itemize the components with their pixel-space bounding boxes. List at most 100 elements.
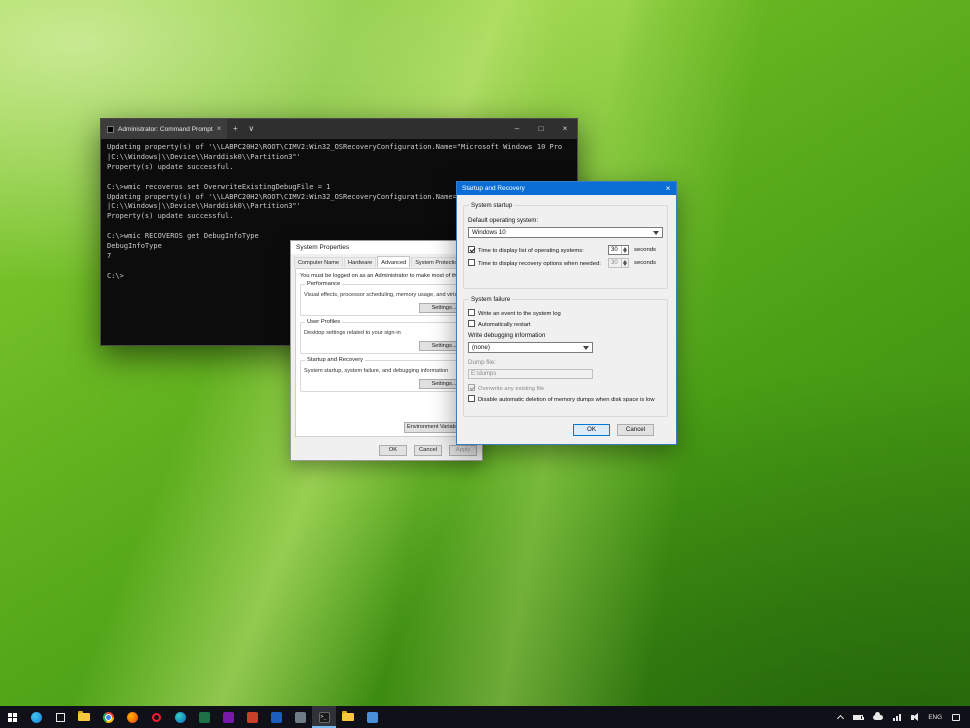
tab-dropdown-icon[interactable]: ∨ (243, 119, 259, 139)
write-event-label: Write an event to the system log (478, 311, 561, 317)
file-explorer-icon-glyph (78, 711, 90, 721)
chrome-icon-glyph (102, 711, 114, 723)
user-profiles-group-label: User Profiles (305, 319, 343, 325)
system-properties-dialog: System Properties Computer Name Hardware… (290, 240, 494, 461)
time-list-unit: seconds (634, 247, 656, 253)
admin-note: You must be logged on as an Administrato… (300, 273, 473, 279)
terminal-titlebar[interactable]: Administrator: Command Prompt × + ∨ – □ … (101, 119, 577, 139)
terminal-icon-glyph (318, 711, 330, 723)
action-center-icon[interactable] (947, 706, 965, 728)
spinner-arrows-icon (621, 259, 628, 267)
sysprops-cancel-button[interactable]: Cancel (414, 445, 442, 456)
documents-folder-icon-glyph (342, 711, 354, 721)
debug-info-label: Write debugging information (468, 332, 546, 339)
task-view-button[interactable] (48, 706, 72, 728)
start-button-glyph (7, 712, 12, 717)
task-view-button-glyph (55, 712, 65, 722)
network-icon[interactable] (888, 706, 906, 728)
system-tray: ENG (833, 706, 970, 728)
dump-file-label: Dump file: (468, 359, 496, 366)
debug-info-select[interactable]: (none) (468, 342, 593, 353)
minimize-button[interactable]: – (505, 119, 529, 139)
overwrite-label: Overwrite any existing file (478, 386, 545, 392)
auto-restart-checkbox[interactable] (468, 320, 475, 327)
excel-icon[interactable] (192, 706, 216, 728)
hidden-icons-chevron[interactable] (833, 706, 848, 728)
opera-icon[interactable] (144, 706, 168, 728)
edge-icon-glyph (174, 711, 186, 723)
excel-icon-glyph (198, 711, 210, 723)
disable-auto-delete-checkbox[interactable] (468, 395, 475, 402)
powerpoint-icon[interactable] (240, 706, 264, 728)
disable-auto-delete-label: Disable automatic deletion of memory dum… (478, 397, 655, 403)
word-icon[interactable] (264, 706, 288, 728)
battery-icon[interactable] (848, 706, 868, 728)
maximize-button[interactable]: □ (529, 119, 553, 139)
time-list-spinner[interactable]: 30 (608, 245, 629, 255)
onedrive-icon[interactable] (868, 706, 888, 728)
time-list-checkbox[interactable] (468, 246, 475, 253)
cancel-button[interactable]: Cancel (617, 424, 654, 436)
time-list-label: Time to display list of operating system… (478, 248, 584, 254)
default-os-select[interactable]: Windows 10 (468, 227, 663, 238)
word-icon-glyph (270, 711, 282, 723)
terminal-line: Updating property(s) of '\\LABPC20H2\ROO… (107, 143, 563, 151)
tab-computer-name[interactable]: Computer Name (294, 257, 344, 267)
advanced-tab-panel: You must be logged on as an Administrato… (295, 268, 478, 437)
taskbar: ENG (0, 706, 970, 728)
auto-restart-label: Automatically restart (478, 322, 531, 328)
settings-icon[interactable] (360, 706, 384, 728)
dump-file-input: E:\dumps (468, 369, 593, 379)
firefox-icon[interactable] (120, 706, 144, 728)
desktop: Administrator: Command Prompt × + ∨ – □ … (0, 0, 970, 728)
close-icon[interactable]: × (660, 182, 676, 195)
new-tab-button[interactable]: + (227, 119, 243, 139)
camera-icon[interactable] (288, 706, 312, 728)
startup-recovery-desc: System startup, system failure, and debu… (304, 368, 449, 374)
tab-close-icon[interactable]: × (217, 119, 222, 139)
time-recovery-unit: seconds (634, 260, 656, 266)
spinner-arrows-icon[interactable] (621, 246, 628, 254)
system-startup-label: System startup (469, 202, 515, 209)
taskbar-apps (0, 706, 384, 728)
search-button[interactable] (24, 706, 48, 728)
startup-recovery-group-label: Startup and Recovery (305, 357, 366, 363)
terminal-line: Property(s) update successful. (107, 162, 234, 171)
tab-hardware[interactable]: Hardware (344, 257, 377, 267)
startup-recovery-titlebar[interactable]: Startup and Recovery × (457, 182, 676, 195)
onenote-icon[interactable] (216, 706, 240, 728)
documents-folder-icon[interactable] (336, 706, 360, 728)
start-button[interactable] (0, 706, 24, 728)
default-os-label: Default operating system: (468, 217, 539, 224)
startup-recovery-group: Startup and Recovery System startup, sys… (300, 357, 473, 392)
terminal-tab[interactable]: Administrator: Command Prompt × (101, 119, 228, 139)
performance-group: Performance Visual effects, processor sc… (300, 281, 473, 316)
system-properties-title: System Properties (291, 241, 482, 254)
language-indicator[interactable]: ENG (923, 706, 947, 728)
sysprops-ok-button[interactable]: OK (379, 445, 407, 456)
edge-icon[interactable] (168, 706, 192, 728)
close-button[interactable]: × (553, 119, 577, 139)
startup-recovery-title: Startup and Recovery (462, 185, 525, 192)
ok-button[interactable]: OK (573, 424, 610, 436)
terminal-line: |C:\\Windows|\\Device\\Harddisk0\\Partit… (107, 152, 301, 161)
chrome-icon[interactable] (96, 706, 120, 728)
opera-icon-glyph (151, 712, 161, 722)
time-recovery-checkbox[interactable] (468, 259, 475, 266)
settings-icon-glyph (366, 711, 378, 723)
search-button-glyph (30, 711, 42, 723)
user-profiles-group: User Profiles Desktop settings related t… (300, 319, 473, 354)
system-failure-label: System failure (469, 296, 513, 303)
overwrite-checkbox (468, 384, 475, 391)
camera-icon-glyph (294, 711, 306, 723)
user-profiles-desc: Desktop settings related to your sign-in (304, 330, 401, 336)
volume-icon[interactable] (906, 706, 923, 728)
terminal-tab-title: Administrator: Command Prompt (118, 125, 213, 133)
time-recovery-spinner: 30 (608, 258, 629, 268)
tab-advanced[interactable]: Advanced (377, 256, 411, 267)
performance-desc: Visual effects, processor scheduling, me… (304, 292, 469, 298)
performance-group-label: Performance (305, 281, 343, 287)
file-explorer-icon[interactable] (72, 706, 96, 728)
terminal-icon[interactable] (312, 706, 336, 728)
write-event-checkbox[interactable] (468, 309, 475, 316)
